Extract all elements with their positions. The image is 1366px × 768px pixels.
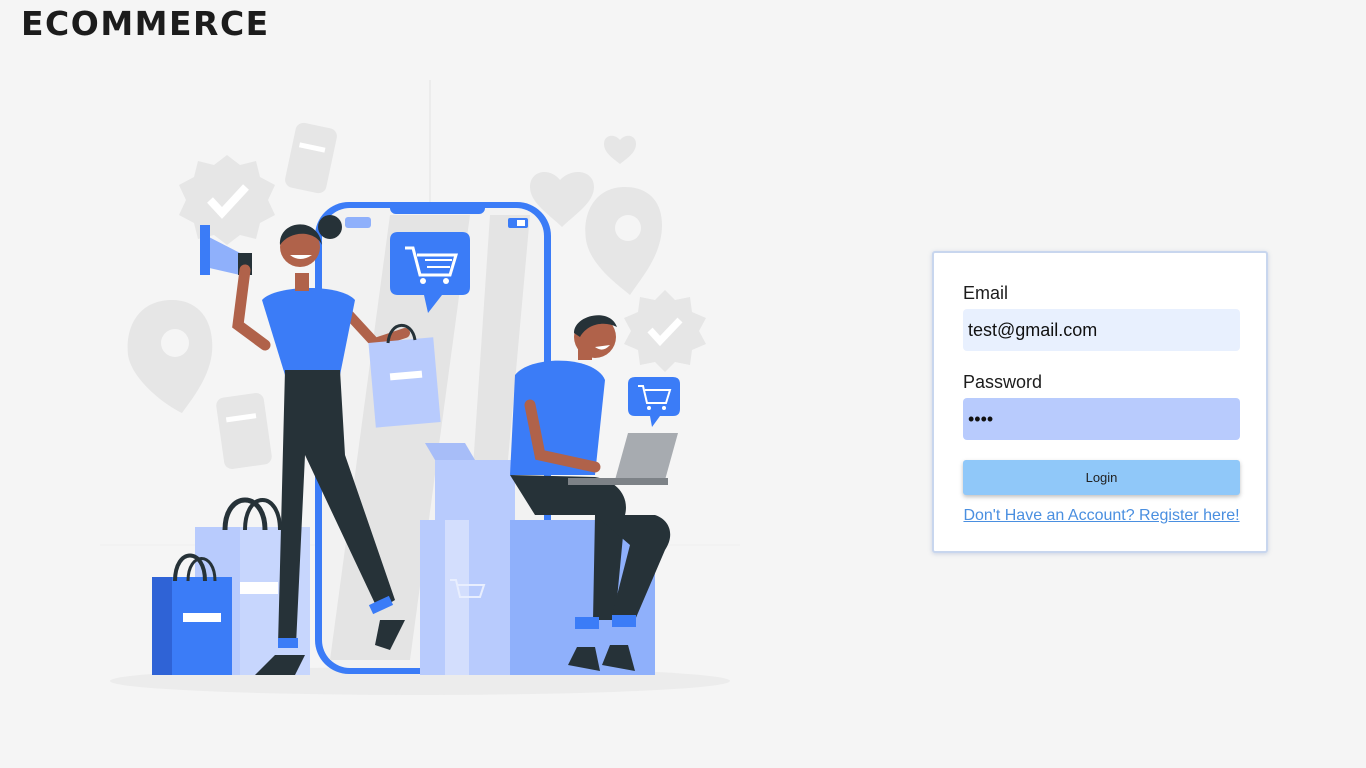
- email-label: Email: [963, 283, 1009, 303]
- brand-logo[interactable]: ECOMMERCE: [21, 4, 270, 44]
- email-field[interactable]: [963, 309, 1240, 351]
- register-link[interactable]: Don't Have an Account? Register here!: [963, 507, 1240, 525]
- password-field[interactable]: [963, 398, 1240, 440]
- login-card: Email Password Login Don't Have an Accou…: [932, 251, 1268, 553]
- shopping-cart-icon: [628, 377, 680, 427]
- check-badge-icon: [624, 290, 706, 372]
- password-label: Password: [963, 372, 1043, 392]
- check-badge-icon: [179, 155, 275, 245]
- login-page: ECOMMERCE Email test@gmail.com Password …: [0, 0, 1366, 768]
- login-button[interactable]: Login: [963, 460, 1240, 495]
- shopping-illustration: [100, 80, 740, 695]
